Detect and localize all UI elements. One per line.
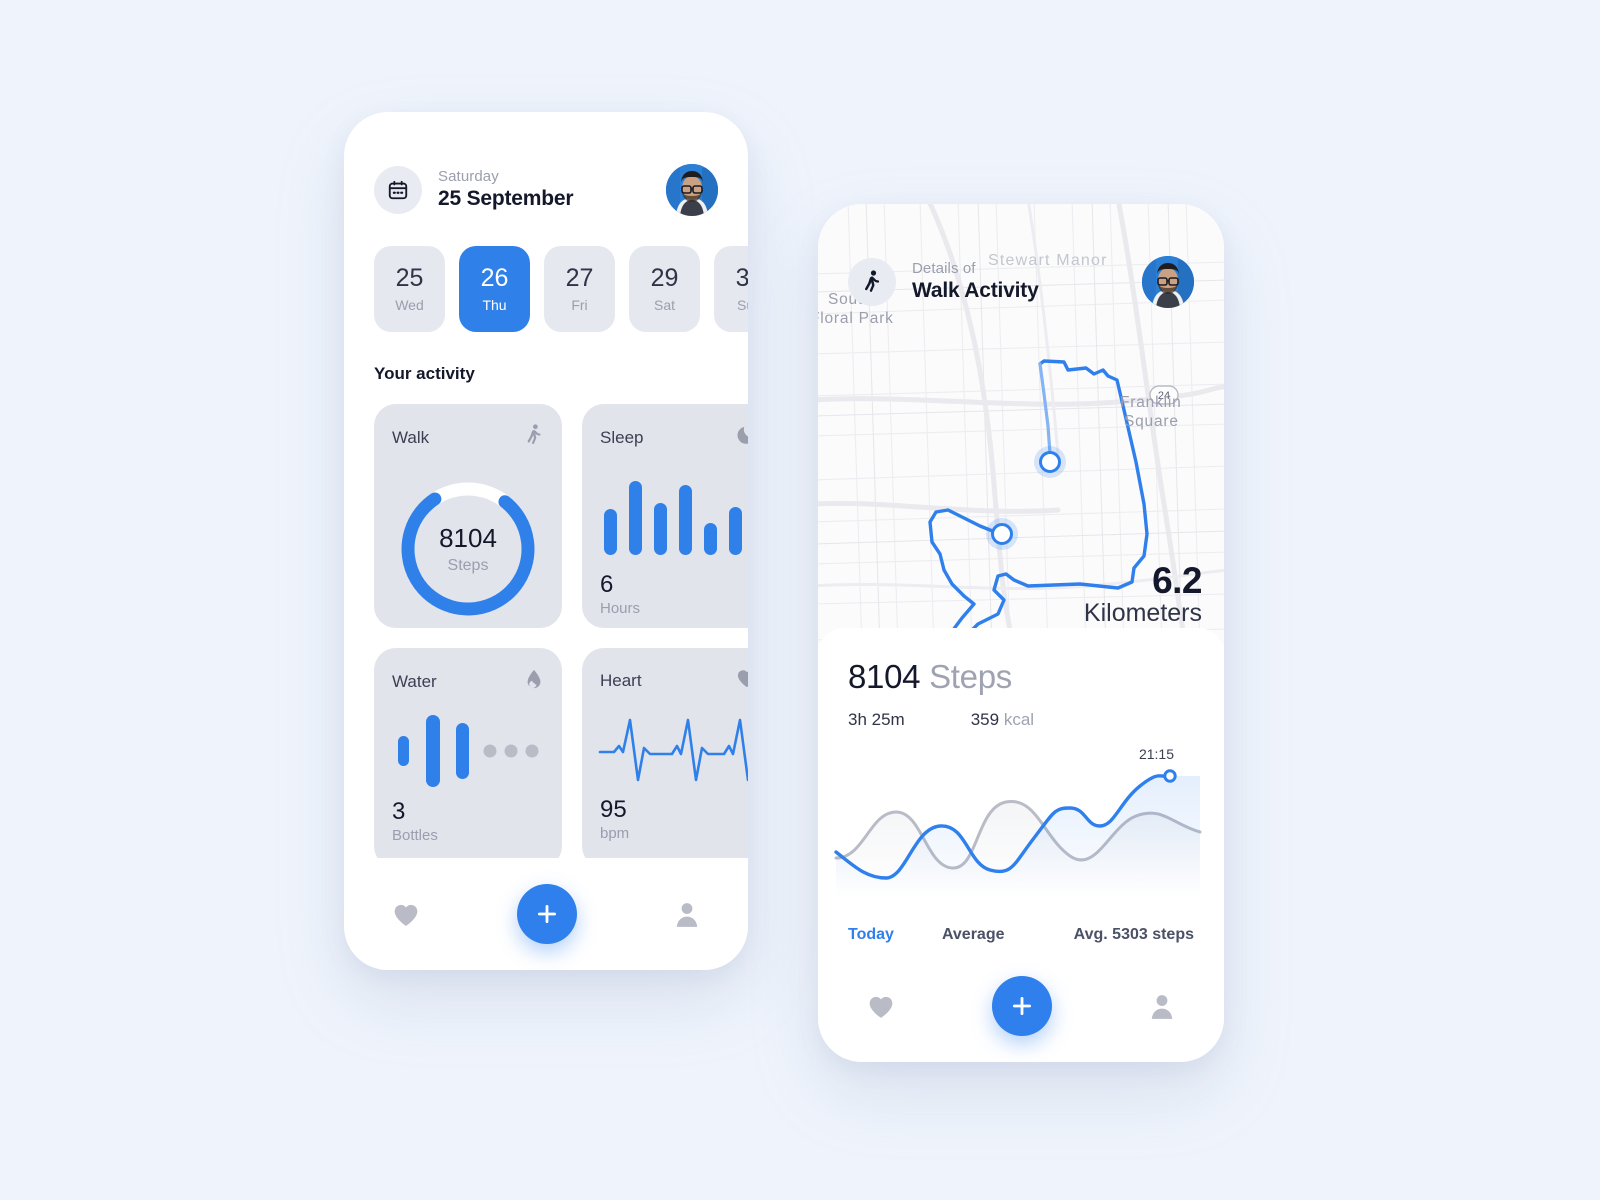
card-label: Water [392, 671, 437, 691]
date-chip-1[interactable]: 26 Thu [459, 246, 530, 332]
distance-readout: 6.2 Kilometers [1083, 560, 1203, 628]
header-weekday: Saturday [438, 167, 499, 185]
distance-value: 6.2 [1152, 560, 1202, 602]
calories-value: 359 [970, 710, 1000, 729]
date-chip-weekday: Wed [395, 296, 424, 313]
date-chip-day: 29 [650, 264, 679, 293]
nav-favorites-button[interactable] [867, 994, 895, 1019]
ecg-waveform [598, 707, 748, 791]
card-unit: bpm [600, 825, 630, 843]
bottom-nav [344, 858, 748, 970]
page-title: Your activity [374, 364, 475, 383]
date-chip-weekday: Sun [737, 296, 748, 313]
date-chip-3[interactable]: 29 Sat [629, 246, 700, 332]
card-label: Walk [392, 427, 430, 447]
nav-add-button[interactable] [991, 976, 1052, 1036]
sleep-bar-chart [600, 465, 748, 560]
svg-text:Floral Park: Floral Park [818, 310, 894, 327]
header-date: 25 September [438, 187, 574, 211]
avatar[interactable] [666, 164, 718, 216]
card-label: Heart [600, 670, 642, 690]
date-chip-4[interactable]: 30 Sun [714, 246, 748, 332]
walk-value: 8104 [439, 523, 497, 553]
heart-icon [736, 668, 748, 693]
person-icon [676, 902, 697, 927]
svg-text:Square: Square [1124, 413, 1179, 430]
activity-card-sleep[interactable]: Sleep 6 Hours [582, 404, 748, 628]
duration-metric: 3h 25m [848, 710, 905, 729]
legend-today[interactable]: Today [848, 926, 894, 944]
legend-avg-steps: Avg. 5303 steps [1073, 926, 1194, 943]
card-label: Sleep [600, 427, 644, 447]
detail-subtitle: Details of [912, 259, 976, 277]
droplet-icon [524, 668, 544, 695]
dashboard-header: Saturday 25 September [344, 112, 748, 216]
nav-add-button[interactable] [516, 884, 577, 944]
date-chip-weekday: Sat [653, 296, 675, 313]
walk-unit: Steps [448, 557, 489, 574]
distance-unit: Kilometers [1083, 599, 1202, 628]
map-label-franklin-square: Franklin [1120, 394, 1182, 411]
card-value: 3 [392, 798, 406, 825]
date-chip-0[interactable]: 25 Wed [374, 246, 445, 332]
nav-profile-button[interactable] [674, 901, 700, 928]
walk-icon [848, 258, 896, 306]
activity-card-walk[interactable]: Walk 8104 Steps [374, 404, 562, 628]
date-chip-day: 27 [565, 264, 594, 293]
person-icon [1152, 994, 1173, 1019]
date-chip-2[interactable]: 27 Fri [544, 246, 615, 332]
card-unit: Bottles [392, 827, 438, 845]
heart-icon [869, 996, 893, 1018]
water-bottle-indicator [392, 709, 544, 793]
card-value: 6 [600, 571, 614, 598]
date-chip-weekday: Thu [482, 296, 507, 313]
card-value: 95 [600, 796, 627, 823]
steps-unit: Steps [929, 658, 1012, 695]
walk-icon [524, 424, 544, 451]
steps-trend-chart[interactable]: 21:15 [834, 746, 1202, 922]
avatar[interactable] [1142, 256, 1194, 308]
date-chip-day: 26 [480, 264, 509, 293]
dashboard-phone: Saturday 25 September 25 Wed 26 Thu 27 F… [344, 112, 748, 970]
plus-icon [537, 905, 556, 923]
activity-card-heart[interactable]: Heart 95 bpm [582, 648, 748, 868]
date-chip-day: 25 [395, 264, 424, 293]
bottom-nav [818, 950, 1224, 1062]
steps-summary: 8104 Steps [848, 658, 1194, 696]
chart-endpoint-marker [1163, 769, 1177, 783]
nav-profile-button[interactable] [1149, 993, 1175, 1020]
card-unit: Hours [600, 600, 641, 618]
calories-unit: kcal [1003, 710, 1035, 729]
detail-title: Walk Activity [912, 279, 1039, 303]
activity-summary-sheet: 8104 Steps 3h 25m 359 kcal 21:15 Today A… [818, 628, 1224, 950]
walk-detail-phone: 24 Stewart Manor South Floral Park Frank… [818, 204, 1224, 1062]
detail-header: Details of Walk Activity [818, 204, 1224, 308]
calendar-icon [374, 166, 422, 214]
date-chip-day: 30 [735, 264, 748, 293]
activity-grid: Walk 8104 Steps Sleep 6 Hours Water 3 Bo… [344, 384, 748, 868]
walk-progress-ring: 8104 Steps [392, 465, 544, 633]
heart-icon [394, 904, 418, 926]
chart-tooltip: 21:15 [1138, 746, 1174, 762]
steps-value: 8104 [848, 658, 921, 695]
route-marker-1 [1034, 446, 1066, 478]
date-strip[interactable]: 25 Wed 26 Thu 27 Fri 29 Sat 30 Sun [344, 216, 748, 332]
summary-metrics: 3h 25m 359 kcal [848, 710, 1194, 730]
date-chip-weekday: Fri [571, 296, 588, 313]
plus-icon [1012, 997, 1031, 1015]
moon-icon [736, 424, 748, 451]
activity-card-water[interactable]: Water 3 Bottles [374, 648, 562, 868]
calories-metric: 359 kcal [971, 710, 1034, 730]
legend-average[interactable]: Average [942, 926, 1005, 944]
chart-legend[interactable]: Today Average Avg. 5303 steps [848, 926, 1194, 944]
nav-favorites-button[interactable] [392, 902, 420, 927]
route-marker-2 [986, 518, 1018, 550]
